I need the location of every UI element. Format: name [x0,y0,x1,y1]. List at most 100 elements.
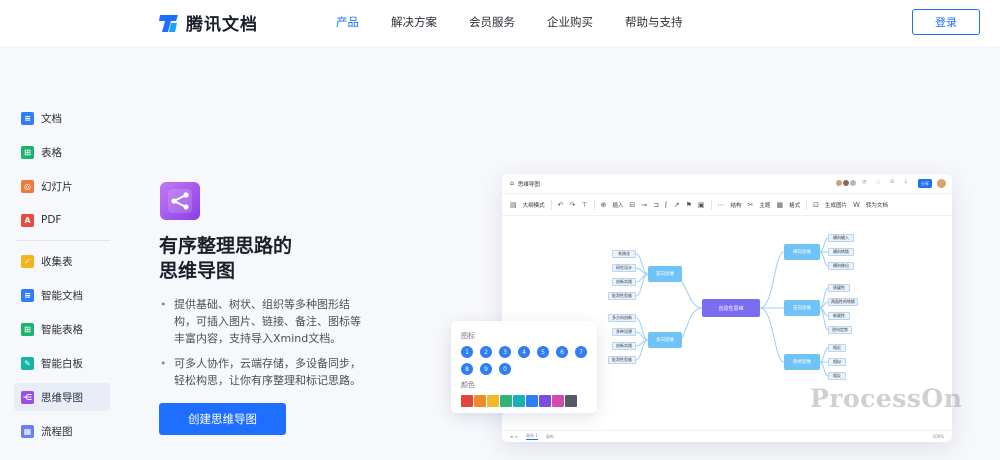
mindmap-leaf[interactable]: 批判性思维 [608,356,636,364]
color-swatch[interactable] [487,395,499,407]
mindmap-leaf[interactable]: 横向输入 [828,234,854,242]
mindmap-leaf[interactable]: 横向转换 [828,248,854,256]
color-swatch[interactable] [526,395,538,407]
mindmap-branch-reverse-right[interactable]: 逆向思维 [784,300,820,316]
user-avatar[interactable] [937,179,946,188]
sidebar-item-smart-sheet[interactable]: ⊞ 智能表格 [14,315,110,343]
redo-icon[interactable]: ↷ [570,201,576,209]
zoom-level[interactable]: 100% [933,434,944,439]
color-swatch[interactable] [500,395,512,407]
number-icon-4[interactable]: 4 [518,346,530,358]
nav-products[interactable]: 产品 [336,14,359,30]
sidebar-item-label: 智能白板 [41,357,83,370]
form-icon: ✓ [21,254,34,268]
sidebar-item-form[interactable]: ✓ 收集表 [14,247,110,275]
mindmap-root-node[interactable]: 创造性思维 [702,299,760,317]
mindmap-leaf[interactable]: 两面性的转换 [828,298,858,306]
icons-section-label: 图标 [461,332,475,340]
mindmap-leaf[interactable]: 创新实践 [612,342,636,350]
mindmap-branch-lateral[interactable]: 横向思维 [784,244,820,260]
image-icon[interactable]: ▣ [698,201,705,209]
sidebar-item-sheet[interactable]: ⊞ 表格 [14,138,110,166]
whiteboard-icon: ✎ [21,356,34,370]
sidebar-item-mindmap[interactable]: ⋲ 思维导图 [14,383,110,411]
mindmap-leaf[interactable]: 质疑性 [828,284,850,292]
number-icon-3[interactable]: 3 [499,346,511,358]
theme-menu[interactable]: 主题 [759,201,770,209]
canvas-tab-1[interactable]: 画布 1 [525,433,538,440]
nav-solutions[interactable]: 解决方案 [391,14,437,30]
mindmap-leaf[interactable]: 横向移出 [828,262,854,270]
mindmap-leaf[interactable]: 新颖性 [828,312,850,320]
outline-mode-button[interactable]: 大纲模式 [523,201,545,209]
mindmap-leaf[interactable]: 相近 [828,344,846,352]
icon-color-panel: 图标 1 2 3 4 5 6 7 8 9 0 颜色 [451,321,597,413]
relation-icon[interactable]: ⌈ [665,201,668,209]
mindmap-leaf[interactable]: 多种设想 [612,328,636,336]
number-icon-5[interactable]: 5 [537,346,549,358]
slides-icon: ◎ [21,179,34,193]
mindmap-leaf[interactable]: 批判性思维 [608,292,636,300]
mindmap-leaf[interactable]: 创新实践 [612,278,636,286]
add-canvas-icon[interactable]: ⊕ ≡ [510,434,518,439]
mindmap-leaf[interactable]: 多方向创新 [608,314,636,322]
node-icon[interactable]: ⊟ [629,201,635,209]
color-swatch[interactable] [552,395,564,407]
number-icon-6[interactable]: 6 [556,346,568,358]
sidebar-item-smart-doc[interactable]: ≡ 智能文档 [14,281,110,309]
number-icon-8[interactable]: 8 [461,363,473,375]
format-menu[interactable]: 格式 [789,201,800,209]
number-icon-1[interactable]: 1 [461,346,473,358]
canvas-tab-2[interactable]: 画布 [546,434,554,440]
home-icon: ⌂ [510,180,514,187]
mindmap-leaf[interactable]: 相反 [828,372,846,380]
sidebar-item-label: 智能表格 [41,323,83,336]
mindmap-branch-association[interactable]: 联想思维 [784,354,820,370]
feature-list: 提供基础、树状、组织等多种图形结构，可插入图片、链接、备注、图标等丰富内容，支持… [160,296,370,397]
toolbar-divider [710,199,712,210]
color-swatch[interactable] [565,395,577,407]
nav-enterprise[interactable]: 企业购买 [547,14,593,30]
format-painter-icon[interactable]: ⊤ [581,201,587,209]
top-header: 腾讯文档 产品 解决方案 会员服务 企业购买 帮助与支持 登录 [0,0,1000,46]
sidebar-item-slides[interactable]: ◎ 幻灯片 [14,172,110,200]
sidebar-item-doc[interactable]: ≡ 文档 [14,104,110,132]
structure-icon: ⋯ [717,200,725,209]
mindmap-leaf[interactable]: 相似 [828,358,846,366]
sidebar-item-pdf[interactable]: A PDF [14,206,110,234]
convert-doc-button[interactable]: 转为文档 [866,201,888,209]
sibling-icon[interactable]: ⊸ [641,201,647,209]
color-swatch[interactable] [461,395,473,407]
sidebar-item-label: 思维导图 [41,391,83,404]
color-swatch[interactable] [513,395,525,407]
undo-icon[interactable]: ↶ [558,201,564,209]
number-icon-9[interactable]: 9 [480,363,492,375]
number-icon-2[interactable]: 2 [480,346,492,358]
number-icon-0[interactable]: 0 [499,363,511,375]
export-image-button[interactable]: 生成图片 [825,201,847,209]
nav-membership[interactable]: 会员服务 [469,14,515,30]
color-swatch[interactable] [539,395,551,407]
share-button[interactable]: 分享 [918,179,932,188]
arrow-icon[interactable]: ↗ [674,201,680,209]
create-mindmap-button[interactable]: 创建思维导图 [159,403,286,435]
flag-icon[interactable]: ⚑ [686,201,692,209]
color-swatch[interactable] [474,395,486,407]
mindmap-leaf[interactable]: 研究设计 [612,264,636,272]
brand-logo[interactable]: 腾讯文档 [158,10,258,35]
mindmap-leaf[interactable]: 逆向定势 [828,326,852,334]
number-icon-7[interactable]: 7 [575,346,587,358]
mindmap-branch-reverse[interactable]: 逆向思维 [648,266,682,282]
sidebar-item-whiteboard[interactable]: ✎ 智能白板 [14,349,110,377]
insert-menu[interactable]: 插入 [612,201,623,209]
mindmap-branch-multidirectional[interactable]: 多向思维 [648,332,682,348]
structure-menu[interactable]: 结构 [731,201,742,209]
processon-watermark: ProcessOn [810,384,963,413]
sidebar-item-flowchart[interactable]: ▦ 流程图 [14,417,110,445]
mindmap-leaf[interactable]: 系统化 [612,250,636,258]
summary-icon[interactable]: ⊐ [653,201,659,209]
login-button[interactable]: 登录 [912,9,980,35]
doc-icon: ≡ [21,111,34,125]
nav-help[interactable]: 帮助与支持 [625,14,683,30]
brand-name: 腾讯文档 [186,15,258,35]
